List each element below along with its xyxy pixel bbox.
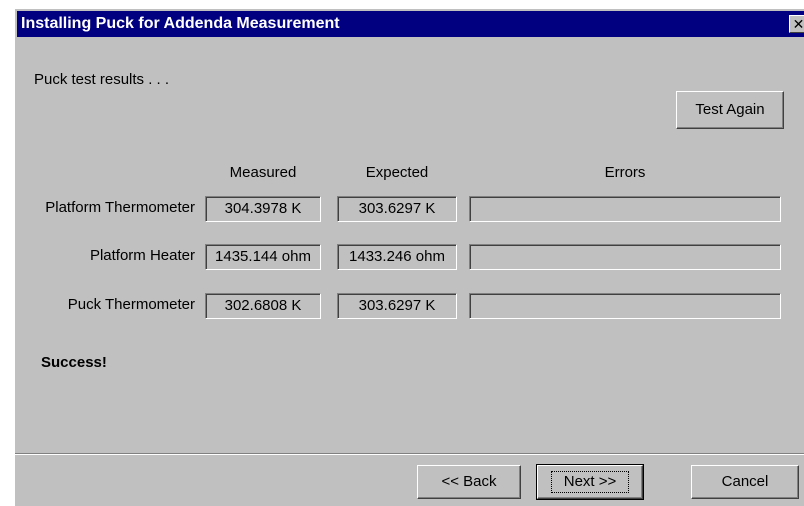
- back-button[interactable]: << Back: [417, 465, 521, 499]
- column-header-errors: Errors: [604, 164, 646, 181]
- window-title: Installing Puck for Addenda Measurement: [21, 15, 340, 32]
- intro-text: Puck test results . . .: [34, 71, 170, 88]
- row-label-puck-thermometer: Puck Thermometer: [67, 296, 195, 313]
- column-header-measured: Measured: [229, 164, 297, 181]
- row-label-platform-thermometer: Platform Thermometer: [45, 199, 195, 216]
- platform-thermometer-expected-field: 303.6297 K: [337, 196, 457, 222]
- puck-thermometer-errors-field: [469, 293, 781, 319]
- platform-thermometer-measured-field: 304.3978 K: [205, 196, 321, 222]
- platform-heater-expected-field: 1433.246 ohm: [337, 244, 457, 270]
- platform-heater-measured-field: 1435.144 ohm: [205, 244, 321, 270]
- dialog-window: Installing Puck for Addenda Measurement …: [14, 8, 804, 506]
- status-message: Success!: [41, 354, 107, 371]
- title-bar[interactable]: Installing Puck for Addenda Measurement …: [17, 11, 804, 37]
- column-header-expected: Expected: [365, 164, 429, 181]
- platform-heater-errors-field: [469, 244, 781, 270]
- row-label-platform-heater: Platform Heater: [89, 247, 195, 264]
- puck-thermometer-measured-field: 302.6808 K: [205, 293, 321, 319]
- puck-thermometer-expected-field: 303.6297 K: [337, 293, 457, 319]
- platform-thermometer-errors-field: [469, 196, 781, 222]
- next-button-label: Next >>: [550, 471, 630, 493]
- next-button[interactable]: Next >>: [536, 464, 644, 500]
- cancel-button[interactable]: Cancel: [691, 465, 799, 499]
- test-again-button[interactable]: Test Again: [676, 91, 784, 129]
- close-icon[interactable]: ✕: [789, 15, 804, 33]
- footer-separator: [15, 453, 804, 455]
